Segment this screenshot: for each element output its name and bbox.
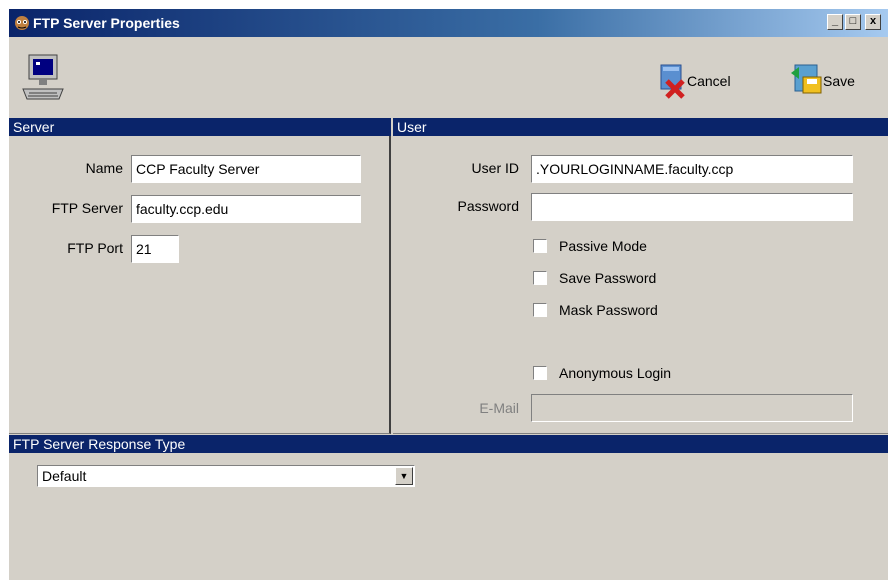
maximize-button[interactable]: □: [845, 14, 861, 30]
email-field[interactable]: [531, 394, 853, 422]
name-input[interactable]: [132, 156, 360, 182]
passive-mode-label[interactable]: Passive Mode: [559, 238, 647, 254]
save-password-checkbox[interactable]: [533, 271, 547, 285]
cancel-button[interactable]: Cancel: [655, 61, 755, 101]
response-type-header: FTP Server Response Type: [9, 435, 888, 453]
minimize-button[interactable]: _: [827, 14, 843, 30]
title-bar[interactable]: FTP Server Properties _ □ x: [9, 9, 888, 37]
passive-mode-checkbox[interactable]: [533, 239, 547, 253]
user-id-field[interactable]: [531, 155, 853, 183]
name-field[interactable]: [131, 155, 361, 183]
save-password-label[interactable]: Save Password: [559, 270, 656, 286]
user-panel: User User ID Password Passive Mode Save …: [393, 118, 888, 434]
app-icon: [15, 16, 29, 30]
server-panel: Server Name FTP Server FTP Port: [9, 118, 391, 434]
password-field[interactable]: [531, 193, 853, 221]
user-id-input[interactable]: [532, 156, 852, 182]
computer-icon: [22, 54, 64, 100]
password-label: Password: [457, 198, 519, 214]
ftp-server-label: FTP Server: [51, 200, 123, 216]
email-input[interactable]: [532, 395, 852, 421]
user-panel-header: User: [393, 118, 888, 136]
cancel-icon: [660, 64, 685, 99]
save-label: Save: [823, 73, 855, 89]
anonymous-login-label[interactable]: Anonymous Login: [559, 365, 671, 381]
window-title: FTP Server Properties: [33, 15, 180, 31]
mask-password-checkbox[interactable]: [533, 303, 547, 317]
save-icon: [791, 64, 822, 94]
cancel-label: Cancel: [687, 73, 731, 89]
name-label: Name: [85, 160, 123, 176]
server-panel-header: Server: [9, 118, 391, 136]
close-button[interactable]: x: [865, 14, 881, 30]
ftp-server-field[interactable]: [131, 195, 361, 223]
ftp-server-input[interactable]: [132, 196, 360, 222]
user-id-label: User ID: [471, 160, 519, 176]
ftp-port-field[interactable]: [131, 235, 179, 263]
ftp-port-label: FTP Port: [67, 240, 123, 256]
response-type-panel: FTP Server Response Type Default ▼: [9, 435, 888, 581]
password-input[interactable]: [532, 194, 852, 220]
mask-password-label[interactable]: Mask Password: [559, 302, 658, 318]
ftp-server-properties-window: FTP Server Properties _ □ x Cancel Save: [8, 8, 888, 580]
anonymous-login-checkbox[interactable]: [533, 366, 547, 380]
email-label: E-Mail: [479, 400, 519, 416]
save-button[interactable]: Save: [789, 61, 869, 101]
ftp-port-input[interactable]: [132, 236, 178, 262]
chevron-down-icon[interactable]: ▼: [395, 467, 413, 485]
response-type-select[interactable]: Default ▼: [37, 465, 415, 487]
response-type-value: Default: [42, 468, 87, 484]
